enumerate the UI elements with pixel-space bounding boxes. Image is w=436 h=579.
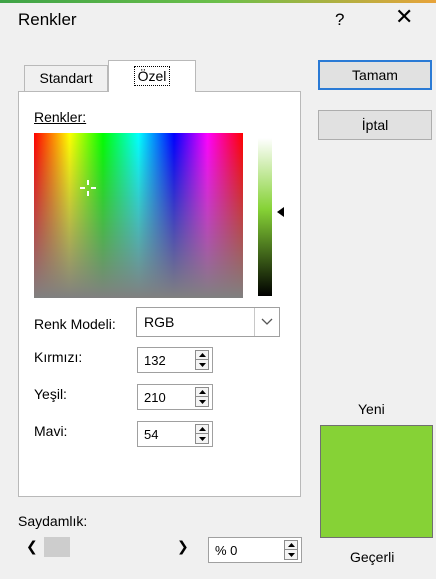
red-spinner[interactable]: 132: [137, 347, 213, 373]
red-down-icon[interactable]: [195, 360, 209, 370]
new-color-label: Yeni: [358, 401, 385, 417]
colors-label: Renkler:: [34, 109, 87, 125]
blue-value[interactable]: 54: [144, 427, 158, 442]
color-model-label: Renk Modeli:: [34, 316, 116, 332]
green-down-icon[interactable]: [195, 397, 209, 407]
transparency-down-icon[interactable]: [284, 550, 298, 560]
chevron-down-icon[interactable]: [254, 308, 279, 336]
green-label: Yeşil:: [34, 386, 67, 402]
red-label: Kırmızı:: [34, 349, 83, 365]
transparency-label: Saydamlık:: [18, 513, 88, 529]
blue-label: Mavi:: [34, 423, 68, 439]
green-up-icon[interactable]: [195, 387, 209, 397]
blue-spinner[interactable]: 54: [137, 421, 213, 447]
window-top-accent: [0, 0, 436, 3]
tab-ozel-label: Özel: [133, 66, 171, 86]
chevron-right-icon[interactable]: ❯: [177, 538, 189, 555]
transparency-slider-thumb[interactable]: [44, 537, 70, 557]
transparency-spinner[interactable]: % 0: [208, 537, 302, 563]
color-preview-swatch: [320, 425, 433, 538]
green-value[interactable]: 210: [144, 390, 166, 405]
tab-standart[interactable]: Standart: [24, 65, 108, 91]
color-model-select[interactable]: RGB: [136, 307, 280, 337]
transparency-up-icon[interactable]: [284, 540, 298, 550]
cancel-button[interactable]: İptal: [318, 110, 432, 140]
luminance-arrow-icon[interactable]: [277, 207, 284, 217]
dialog-title: Renkler: [18, 10, 77, 29]
tab-ozel[interactable]: Özel: [108, 60, 196, 92]
red-up-icon[interactable]: [195, 350, 209, 360]
transparency-value[interactable]: % 0: [215, 543, 237, 558]
close-icon[interactable]: ✕: [395, 6, 413, 28]
help-button[interactable]: ?: [335, 10, 344, 30]
red-value[interactable]: 132: [144, 353, 166, 368]
chevron-left-icon[interactable]: ❮: [26, 538, 38, 555]
current-color-label: Geçerli: [350, 549, 395, 565]
luminance-slider[interactable]: [258, 138, 272, 296]
blue-up-icon[interactable]: [195, 424, 209, 434]
ok-button[interactable]: Tamam: [318, 60, 432, 90]
green-spinner[interactable]: 210: [137, 384, 213, 410]
color-spectrum-picker[interactable]: [34, 133, 243, 298]
blue-down-icon[interactable]: [195, 434, 209, 444]
color-model-value: RGB: [144, 314, 175, 330]
crosshair-icon: [80, 180, 96, 196]
